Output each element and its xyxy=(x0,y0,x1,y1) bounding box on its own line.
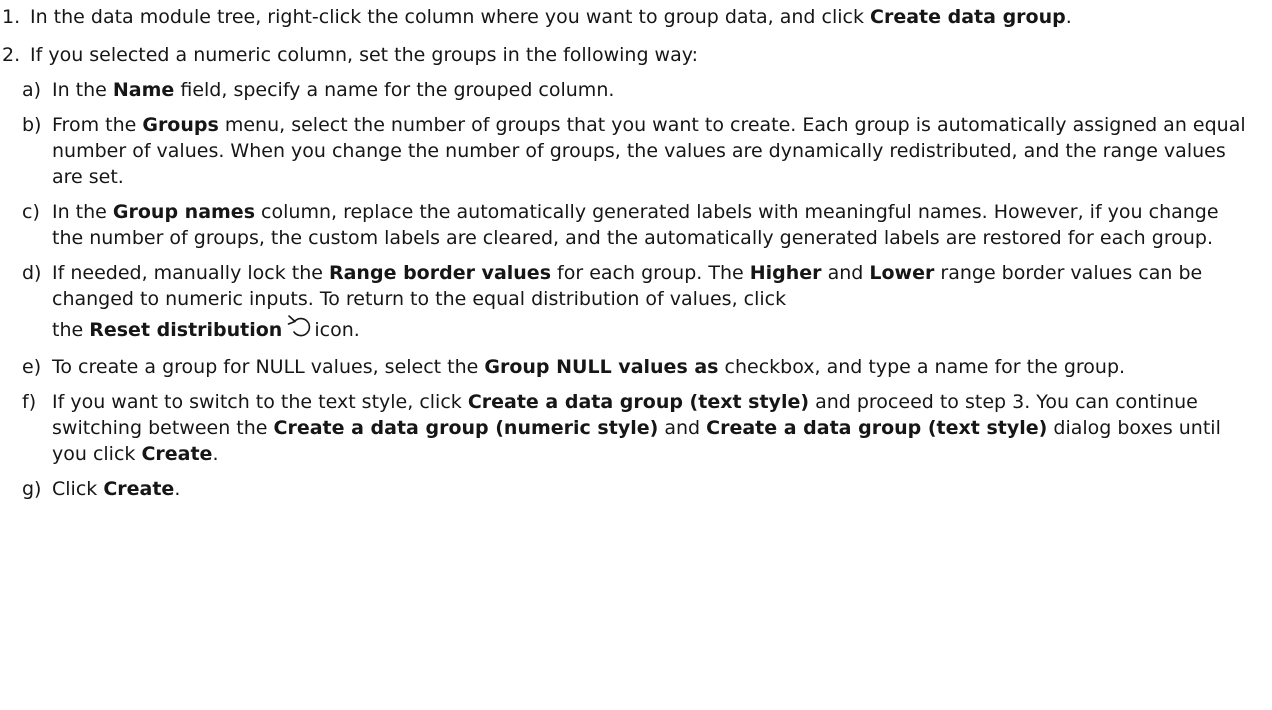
substep-text: menu, select the number of groups that y… xyxy=(52,114,1246,188)
ui-term-group-null-values-as: Group NULL values as xyxy=(484,356,719,378)
step-text: If you selected a numeric column, set th… xyxy=(30,44,698,66)
step-number: 2. xyxy=(2,44,21,66)
substep-letter: c) xyxy=(22,201,40,223)
step-number: 1. xyxy=(2,6,21,28)
ui-term-create: Create xyxy=(103,478,175,500)
substep-e: e) To create a group for NULL values, se… xyxy=(0,354,1250,380)
substep-b: b) From the Groups menu, select the numb… xyxy=(0,112,1250,190)
substep-text: Click xyxy=(52,478,104,500)
substep-c: c) In the Group names column, replace th… xyxy=(0,199,1250,251)
substep-text: . xyxy=(212,443,219,465)
substep-text: . xyxy=(174,478,181,500)
substep-letter: b) xyxy=(22,114,42,136)
ui-term-create-data-group-numeric-style: Create a data group (numeric style) xyxy=(273,417,659,439)
substep-letter: a) xyxy=(22,79,42,101)
reset-distribution-icon xyxy=(286,312,312,338)
substep-g: g) Click Create. xyxy=(0,476,1250,502)
substep-d: d) If needed, manually lock the Range bo… xyxy=(0,260,1250,345)
substep-text: the xyxy=(52,319,90,341)
ui-term-group-names: Group names xyxy=(112,201,256,223)
substep-text: and xyxy=(821,262,870,284)
ui-term-higher: Higher xyxy=(749,262,822,284)
substep-letter: g) xyxy=(22,478,42,500)
substep-text: In the xyxy=(52,79,113,101)
substep-text: In the xyxy=(52,201,113,223)
substeps-list: a) In the Name field, specify a name for… xyxy=(0,77,1250,502)
ui-term-range-border-values: Range border values xyxy=(328,262,552,284)
step-text: . xyxy=(1065,6,1072,28)
substep-text: If you want to switch to the text style,… xyxy=(52,391,468,413)
step-text: In the data module tree, right-click the… xyxy=(30,6,871,28)
ui-term-lower: Lower xyxy=(869,262,935,284)
substep-letter: f) xyxy=(22,391,37,413)
ui-term-create-data-group-text-style: Create a data group (text style) xyxy=(467,391,810,413)
ui-term-name: Name xyxy=(112,79,175,101)
ui-term-reset-distribution: Reset distribution xyxy=(89,319,283,341)
substep-text: checkbox, and type a name for the group. xyxy=(718,356,1126,378)
ui-term-create-data-group: Create data group xyxy=(870,6,1066,28)
substep-letter: d) xyxy=(22,262,42,284)
substep-text: From the xyxy=(52,114,143,136)
substep-text: and xyxy=(658,417,707,439)
substep-text: for each group. The xyxy=(551,262,750,284)
reset-line: the Reset distribution icon. xyxy=(52,312,1250,345)
substep-text: field, specify a name for the grouped co… xyxy=(174,79,615,101)
instructions-document: 1. In the data module tree, right-click … xyxy=(0,0,1250,511)
step-2: 2. If you selected a numeric column, set… xyxy=(0,42,1250,68)
substep-text: To create a group for NULL values, selec… xyxy=(52,356,485,378)
ui-term-create-data-group-text-style: Create a data group (text style) xyxy=(706,417,1048,439)
ui-term-groups: Groups xyxy=(142,114,219,136)
substep-text: If needed, manually lock the xyxy=(52,262,329,284)
substep-a: a) In the Name field, specify a name for… xyxy=(0,77,1250,103)
substep-letter: e) xyxy=(22,356,42,378)
ui-term-create: Create xyxy=(141,443,213,465)
substep-f: f) If you want to switch to the text sty… xyxy=(0,389,1250,467)
substep-text: icon. xyxy=(314,319,360,341)
step-1: 1. In the data module tree, right-click … xyxy=(0,4,1250,30)
